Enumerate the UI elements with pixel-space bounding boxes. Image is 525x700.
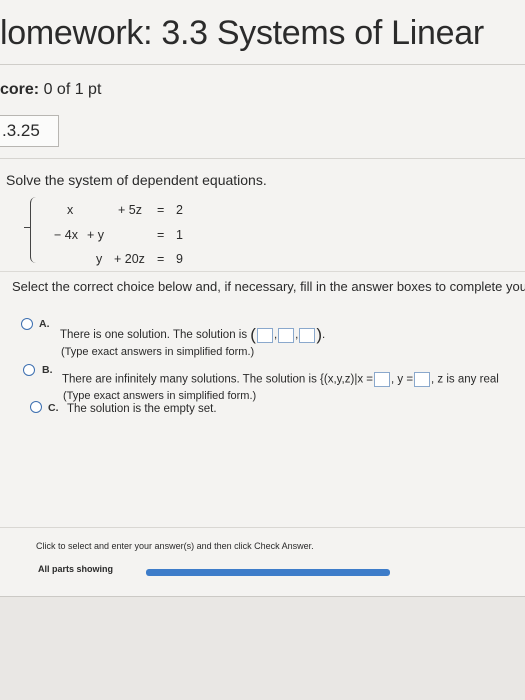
eq3-equals: =: [157, 252, 165, 266]
assignment-title: lomework: 3.3 Systems of Linear: [0, 14, 484, 52]
title-divider: [0, 64, 525, 65]
parts-progress-bar: [146, 569, 390, 576]
answer-box-a-z[interactable]: [299, 327, 316, 343]
eq1-equals: =: [157, 203, 165, 217]
answer-box-a-x[interactable]: [256, 327, 273, 343]
eq2-y: + y: [87, 228, 105, 242]
choice-b-line: There are infinitely many solutions. The…: [62, 372, 499, 387]
score-line: core: 0 of 1 pt: [0, 81, 101, 99]
score-value: 0 of 1 pt: [43, 81, 102, 98]
choice-a-text: There is one solution. The solution is: [60, 329, 248, 342]
equation-system: x + 5z = 2 − 4x + y = 1 y + 20z = 9: [24, 195, 200, 270]
answer-box-b-y[interactable]: [414, 372, 431, 387]
left-brace: [24, 197, 41, 263]
score-label: core:: [0, 81, 40, 98]
eq2-equals: =: [157, 228, 165, 242]
eq3-z: + 20z: [114, 252, 145, 266]
question-prompt: Solve the system of dependent equations.: [6, 172, 267, 188]
z-any-real: , z is any real: [431, 373, 499, 386]
choice-a-line: There is one solution. The solution is (…: [60, 325, 326, 344]
close-paren: ): [316, 325, 323, 344]
eq1-rhs: 2: [176, 203, 183, 217]
instruction-divider: [0, 271, 525, 272]
eq3-y: y: [96, 252, 103, 266]
choice-c-radio[interactable]: [30, 401, 42, 413]
parts-label: All parts showing: [38, 564, 114, 574]
parts-progress-fill: [146, 569, 390, 576]
solution-set-open: {(x,y,z)|x =: [320, 373, 373, 386]
footer-divider: [0, 527, 525, 528]
eq3-rhs: 9: [176, 252, 183, 266]
open-paren: (: [250, 325, 256, 344]
choice-c-letter: C.: [48, 402, 59, 414]
choice-a-hint: (Type exact answers in simplified form.): [61, 346, 255, 358]
eq1-x: x: [67, 203, 74, 217]
instruction-text: Select the correct choice below and, if …: [12, 279, 525, 294]
help-text: Click to select and enter your answer(s)…: [36, 541, 314, 551]
y-label: y =: [397, 373, 414, 386]
answer-box-a-y[interactable]: [278, 327, 295, 343]
eq1-z: + 5z: [118, 203, 142, 217]
eq2-x: − 4x: [54, 228, 78, 242]
choice-b-text: There are infinitely many solutions. The…: [62, 373, 317, 386]
question-number: .3.25: [0, 115, 59, 147]
choice-b-letter: B.: [42, 364, 53, 376]
choice-a-radio[interactable]: [21, 318, 33, 330]
eq2-rhs: 1: [176, 228, 183, 242]
choice-c-text: The solution is the empty set.: [67, 403, 217, 415]
choice-b-radio[interactable]: [23, 364, 35, 376]
section-divider: [0, 158, 525, 159]
choice-b-hint: (Type exact answers in simplified form.): [63, 390, 257, 402]
bottom-panel: [0, 596, 525, 700]
answer-box-b-x[interactable]: [373, 372, 390, 387]
choice-a-letter: A.: [39, 318, 50, 330]
